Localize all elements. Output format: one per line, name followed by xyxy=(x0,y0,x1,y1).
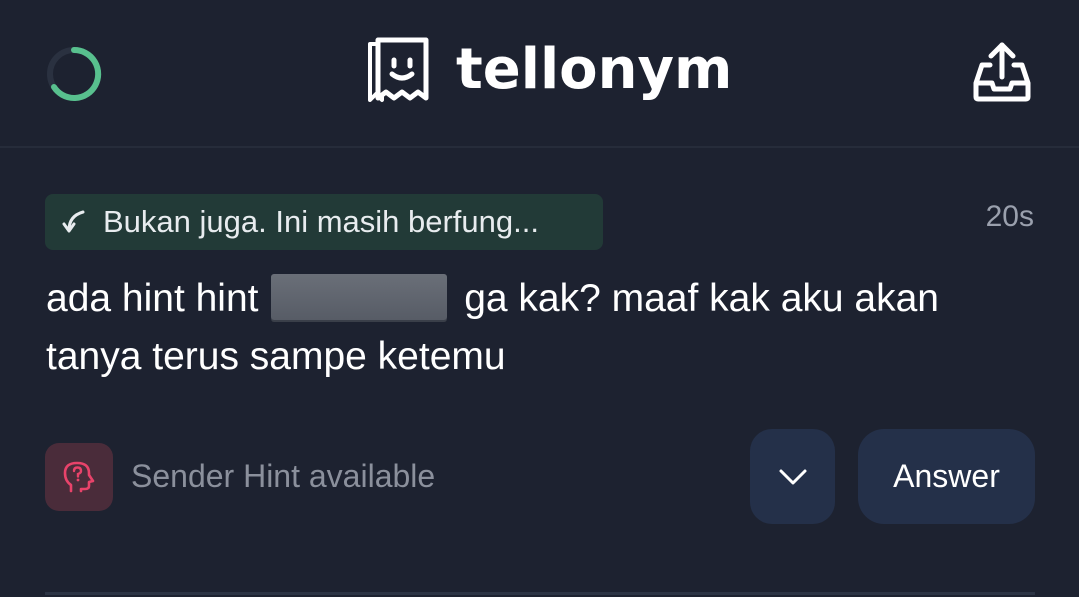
expand-button[interactable] xyxy=(750,429,835,524)
chevron-down-icon xyxy=(779,469,806,484)
share-inbox-icon xyxy=(973,42,1031,102)
message-timestamp: 20s xyxy=(985,200,1034,233)
sender-hint-head-icon xyxy=(63,461,95,493)
tellonym-logo-icon xyxy=(368,37,429,102)
redacted-text xyxy=(271,274,448,320)
brand-name: tellonym xyxy=(456,37,733,102)
loading-spinner-icon xyxy=(47,46,102,101)
header-bar: tellonym xyxy=(0,0,1079,148)
reply-arrow-icon xyxy=(62,210,85,233)
share-button[interactable] xyxy=(968,38,1036,106)
reply-to-preview: Bukan juga. Ini masih berfung... xyxy=(103,204,539,239)
sender-hint-label: Sender Hint available xyxy=(131,458,436,494)
app-screen: tellonym Bukan juga. Ini masih berfung..… xyxy=(0,0,1079,597)
sender-hint-badge[interactable] xyxy=(45,443,113,511)
divider xyxy=(45,592,1035,595)
answer-button[interactable]: Answer xyxy=(858,429,1035,524)
message-text: ada hint hint ga kak? maaf kak aku akan … xyxy=(46,270,1006,386)
brand-logo: tellonym xyxy=(360,34,732,106)
message-text-part: ada hint hint xyxy=(46,277,259,320)
reply-to-chip[interactable]: Bukan juga. Ini masih berfung... xyxy=(45,194,603,250)
